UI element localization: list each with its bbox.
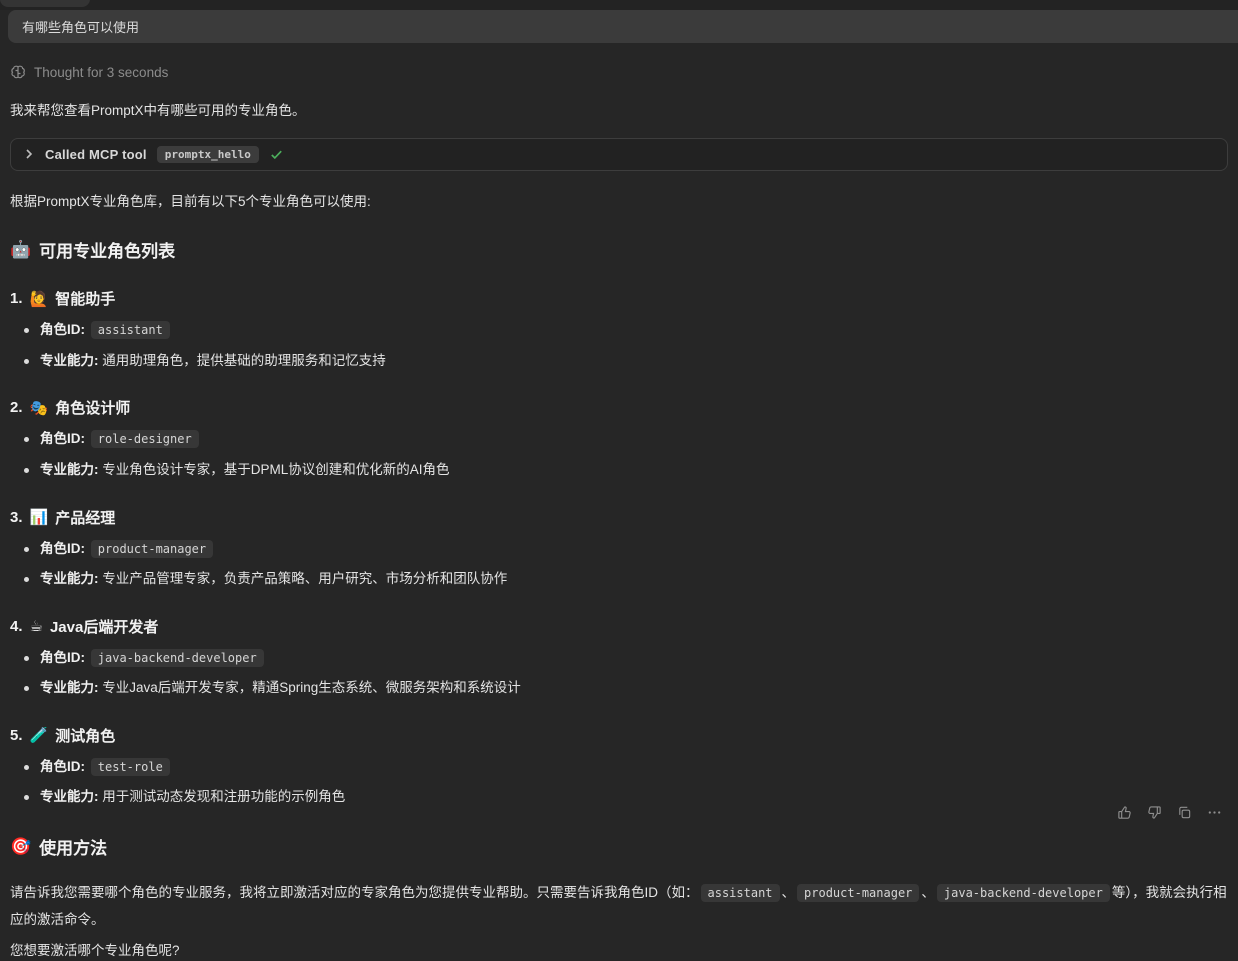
role-capability-item: 专业能力: 用于测试动态发现和注册功能的示例角色 [10, 786, 1228, 808]
role-capability-text: 用于测试动态发现和注册功能的示例角色 [102, 789, 345, 804]
usage-paragraph: 请告诉我您需要哪个角色的专业服务，我将立即激活对应的专家角色为您提供专业帮助。只… [10, 879, 1228, 933]
role-id-label: 角色ID: [40, 322, 85, 337]
role-id-code: role-designer [91, 430, 199, 448]
role-section: 5. 🧪 测试角色 角色ID: test-role 专业能力: 用于测试动态发现… [10, 725, 1228, 808]
role-id-code: java-backend-developer [91, 649, 264, 667]
role-emoji-icon: 📊 [30, 508, 49, 526]
mcp-tool-name-badge: promptx_hello [157, 146, 259, 163]
brain-icon [10, 64, 26, 80]
role-name: 产品经理 [55, 507, 115, 528]
role-capability-item: 专业能力: 专业角色设计专家，基于DPML协议创建和优化新的AI角色 [10, 459, 1228, 481]
summary-paragraph: 根据PromptX专业角色库，目前有以下5个专业角色可以使用: [10, 192, 1228, 212]
previous-message-cutoff [0, 0, 90, 7]
role-name: 智能助手 [55, 288, 115, 309]
thumbs-down-icon [1147, 805, 1162, 820]
role-number: 2. [10, 399, 23, 416]
roles-list-heading-text: 可用专业角色列表 [39, 237, 175, 262]
role-name: 测试角色 [55, 725, 115, 746]
message-action-bar [1114, 802, 1224, 822]
role-number: 3. [10, 509, 23, 526]
role-capability-label: 专业能力: [40, 462, 99, 477]
role-id-item: 角色ID: product-manager [10, 538, 1228, 560]
role-id-label: 角色ID: [40, 541, 85, 556]
role-heading: 1. 🙋 智能助手 [10, 288, 1228, 309]
role-id-code: product-manager [797, 884, 919, 902]
role-capability-label: 专业能力: [40, 789, 99, 804]
user-message-text: 有哪些角色可以使用 [22, 17, 139, 36]
role-id-code: assistant [91, 321, 170, 339]
role-capability-item: 专业能力: 专业Java后端开发专家，精通Spring生态系统、微服务架构和系统… [10, 677, 1228, 699]
role-id-item: 角色ID: assistant [10, 319, 1228, 341]
role-id-item: 角色ID: test-role [10, 756, 1228, 778]
role-name: 角色设计师 [55, 397, 130, 418]
ellipsis-icon [1207, 805, 1222, 820]
role-id-code: assistant [701, 884, 780, 902]
role-id-label: 角色ID: [40, 431, 85, 446]
top-strip [0, 0, 1238, 10]
success-check-icon [269, 147, 284, 162]
role-id-code: product-manager [91, 540, 213, 558]
assistant-response: Thought for 3 seconds 我来帮您查看PromptX中有哪些可… [0, 64, 1238, 961]
role-capability-text: 专业角色设计专家，基于DPML协议创建和优化新的AI角色 [102, 462, 449, 477]
role-heading: 4. ☕ Java后端开发者 [10, 616, 1228, 637]
target-icon: 🎯 [10, 837, 31, 857]
role-id-label: 角色ID: [40, 759, 85, 774]
thumbs-up-icon [1117, 805, 1132, 820]
more-options-button[interactable] [1204, 802, 1224, 822]
role-emoji-icon: ☕ [30, 617, 43, 635]
user-message-bubble[interactable]: 有哪些角色可以使用 [8, 10, 1238, 43]
usage-sep-1: 、 [782, 885, 796, 900]
role-emoji-icon: 🙋 [30, 290, 49, 308]
role-capability-text: 通用助理角色，提供基础的助理服务和记忆支持 [102, 353, 386, 368]
usage-heading: 🎯 使用方法 [10, 834, 1228, 859]
intro-paragraph: 我来帮您查看PromptX中有哪些可用的专业角色。 [10, 101, 1228, 121]
role-id-code: test-role [91, 758, 170, 776]
usage-sep-2: 、 [921, 885, 935, 900]
thinking-summary[interactable]: Thought for 3 seconds [10, 64, 1228, 80]
roles-container: 1. 🙋 智能助手 角色ID: assistant 专业能力: 通用助理角色，提… [10, 288, 1228, 808]
role-capability-label: 专业能力: [40, 571, 99, 586]
role-number: 1. [10, 290, 23, 307]
role-capability-text: 专业产品管理专家，负责产品策略、用户研究、市场分析和团队协作 [102, 571, 507, 586]
role-emoji-icon: 🧪 [30, 726, 49, 744]
role-number: 5. [10, 727, 23, 744]
usage-heading-text: 使用方法 [39, 834, 107, 859]
closing-question: 您想要激活哪个专业角色呢? [10, 941, 1228, 961]
role-capability-label: 专业能力: [40, 680, 99, 695]
role-heading: 5. 🧪 测试角色 [10, 725, 1228, 746]
role-capability-text: 专业Java后端开发专家，精通Spring生态系统、微服务架构和系统设计 [102, 680, 521, 695]
role-heading: 3. 📊 产品经理 [10, 507, 1228, 528]
role-number: 4. [10, 618, 23, 635]
role-capability-label: 专业能力: [40, 353, 99, 368]
chevron-right-icon [23, 148, 35, 160]
role-section: 3. 📊 产品经理 角色ID: product-manager 专业能力: 专业… [10, 507, 1228, 590]
role-id-item: 角色ID: java-backend-developer [10, 647, 1228, 669]
thinking-label: Thought for 3 seconds [34, 65, 168, 80]
mcp-tool-label: Called MCP tool [45, 147, 147, 162]
usage-text-1: 请告诉我您需要哪个角色的专业服务，我将立即激活对应的专家角色为您提供专业帮助。只… [10, 885, 699, 900]
robot-icon: 🤖 [10, 240, 31, 260]
role-section: 2. 🎭 角色设计师 角色ID: role-designer 专业能力: 专业角… [10, 397, 1228, 480]
role-id-code: java-backend-developer [937, 884, 1110, 902]
role-id-label: 角色ID: [40, 650, 85, 665]
role-section: 4. ☕ Java后端开发者 角色ID: java-backend-develo… [10, 616, 1228, 699]
copy-icon [1177, 805, 1192, 820]
copy-button[interactable] [1174, 802, 1194, 822]
thumbs-up-button[interactable] [1114, 802, 1134, 822]
mcp-tool-call[interactable]: Called MCP tool promptx_hello [10, 138, 1228, 171]
role-capability-item: 专业能力: 专业产品管理专家，负责产品策略、用户研究、市场分析和团队协作 [10, 568, 1228, 590]
roles-list-heading: 🤖 可用专业角色列表 [10, 237, 1228, 262]
role-section: 1. 🙋 智能助手 角色ID: assistant 专业能力: 通用助理角色，提… [10, 288, 1228, 371]
role-heading: 2. 🎭 角色设计师 [10, 397, 1228, 418]
role-emoji-icon: 🎭 [30, 399, 49, 417]
thumbs-down-button[interactable] [1144, 802, 1164, 822]
role-id-item: 角色ID: role-designer [10, 428, 1228, 450]
role-capability-item: 专业能力: 通用助理角色，提供基础的助理服务和记忆支持 [10, 350, 1228, 372]
role-name: Java后端开发者 [50, 616, 158, 637]
